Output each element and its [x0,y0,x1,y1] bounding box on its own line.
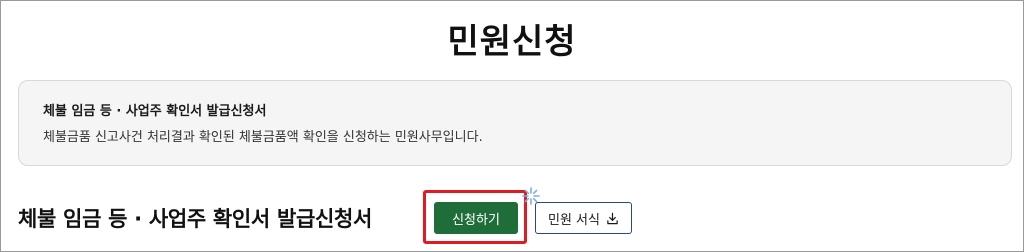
form-download-button[interactable]: 민원 서식 [535,202,632,234]
service-info-description: 체불금품 신고사건 처리결과 확인된 체불금품액 확인을 신청하는 민원사무입니… [43,130,483,145]
service-info-title: 체불 임금 등 · 사업주 확인서 발급신청서 [43,104,267,119]
section-title: 체불 임금 등 · 사업주 확인서 발급신청서 [18,207,373,231]
page-title: 민원신청 [447,22,577,62]
download-icon [607,212,618,224]
form-download-label: 민원 서식 [548,212,600,228]
service-info-box: 체불 임금 등 · 사업주 확인서 발급신청서 체불금품 신고사건 처리결과 확… [18,80,1012,166]
apply-button-label: 신청하기 [452,212,500,228]
apply-button[interactable]: 신청하기 [434,202,518,234]
